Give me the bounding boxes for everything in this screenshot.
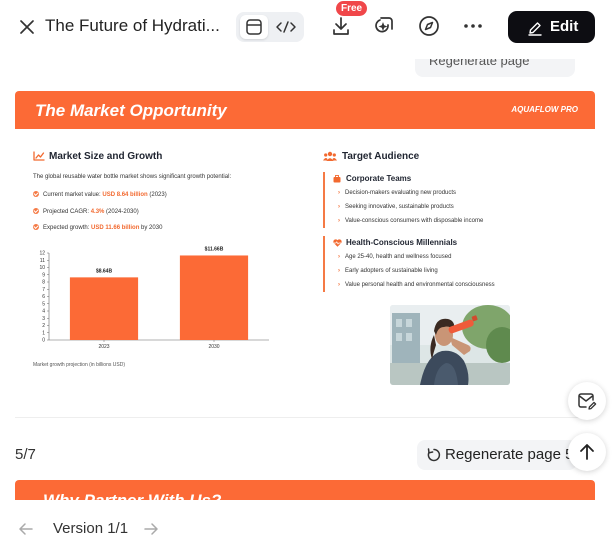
y-tick-label: 5 <box>42 301 45 307</box>
mail-edit-icon <box>578 393 597 410</box>
code-view-button[interactable] <box>272 15 300 39</box>
market-size-heading: Market Size and Growth <box>49 151 163 162</box>
download-button[interactable] <box>329 14 353 38</box>
next-slide-preview: Why Partner With Us? <box>15 480 595 502</box>
code-icon <box>276 21 296 33</box>
view-toggle <box>236 12 304 42</box>
top-bar: The Future of Hydrati... Free Edit <box>0 0 614 54</box>
free-badge: Free <box>336 1 368 16</box>
bar <box>69 277 139 340</box>
target-audience-heading: Target Audience <box>342 151 420 162</box>
page-indicator: 5/7 <box>15 446 36 463</box>
slide-divider <box>15 417 595 418</box>
y-tick-label: 6 <box>42 294 45 300</box>
users-icon <box>323 151 337 161</box>
pencil-icon <box>528 22 542 36</box>
version-bar: Version 1/1 <box>0 500 614 556</box>
document-title: The Future of Hydrati... <box>45 16 220 35</box>
briefcase-icon <box>333 175 341 183</box>
slide-title: The Market Opportunity <box>35 101 227 120</box>
y-tick-label: 1 <box>42 330 45 336</box>
audience-group: Health-Conscious Millennials Age 25-40, … <box>323 236 523 292</box>
y-tick-label: 4 <box>42 309 45 315</box>
ai-assistant-button[interactable] <box>372 14 396 38</box>
chart-caption: Market growth projection (in billions US… <box>33 362 125 368</box>
y-tick-label: 2 <box>42 323 45 329</box>
preview-icon <box>246 19 262 35</box>
audience-item: Age 25-40, health and wellness focused <box>338 254 451 260</box>
audience-group: Corporate Teams Decision-makers evaluati… <box>323 172 523 228</box>
previous-regenerate-label: Regenerate page <box>429 59 530 68</box>
audience-item: Value-conscious consumers with disposabl… <box>338 218 483 224</box>
arrow-left-icon[interactable] <box>17 520 35 538</box>
market-bullet: Expected growth: USD 11.66 billion by 20… <box>33 224 162 231</box>
feedback-button[interactable] <box>568 382 606 420</box>
market-description: The global reusable water bottle market … <box>33 174 232 180</box>
arrow-right-icon[interactable] <box>142 520 160 538</box>
market-bullet: Current market value: USD 8.64 billion (… <box>33 191 167 198</box>
check-circle-icon <box>33 208 39 214</box>
check-circle-icon <box>33 224 39 230</box>
refresh-icon <box>427 448 441 462</box>
chart-line-icon <box>33 151 45 161</box>
download-icon <box>333 17 349 35</box>
slide-page-5: The Market Opportunity AQUAFLOW PRO Mark… <box>15 91 595 391</box>
x-tick-label: 2030 <box>208 344 219 350</box>
y-tick-label: 12 <box>39 251 45 257</box>
x-tick-label: 2023 <box>98 344 109 350</box>
y-tick-label: 10 <box>39 265 45 271</box>
more-icon <box>464 24 482 28</box>
market-bullet: Projected CAGR: 4.3% (2024-2030) <box>33 208 139 215</box>
edit-button-label: Edit <box>550 18 579 35</box>
check-circle-icon <box>33 191 39 197</box>
regenerate-page-button[interactable]: Regenerate page 5 <box>417 440 577 470</box>
ai-sparkle-icon <box>375 17 393 33</box>
audience-item: Decision-makers evaluating new products <box>338 190 456 196</box>
scroll-to-top-button[interactable] <box>568 433 606 471</box>
more-options-button[interactable] <box>461 14 485 38</box>
previous-regenerate-button[interactable]: Regenerate page <box>415 59 575 77</box>
woman-drinking-photo <box>390 305 510 385</box>
y-tick-label: 0 <box>42 338 45 344</box>
regenerate-page-label: Regenerate page 5 <box>445 446 574 463</box>
preview-view-button[interactable] <box>240 15 268 39</box>
audience-group-title: Corporate Teams <box>346 174 412 183</box>
y-tick-label: 7 <box>42 287 45 293</box>
bar-data-label: $11.66B <box>205 246 224 252</box>
slide-header: The Market Opportunity AQUAFLOW PRO <box>15 91 595 129</box>
y-tick-label: 11 <box>40 258 45 264</box>
arrow-up-icon <box>580 444 594 460</box>
edit-button[interactable]: Edit <box>508 11 595 43</box>
audience-item: Value personal health and environmental … <box>338 282 495 288</box>
bar <box>179 255 249 340</box>
y-tick-label: 3 <box>42 316 45 322</box>
y-tick-label: 8 <box>42 280 45 286</box>
slide-brand: AQUAFLOW PRO <box>511 105 578 114</box>
audience-item: Early adopters of sustainable living <box>338 268 438 274</box>
bar-data-label: $8.64B <box>96 268 113 274</box>
heart-pulse-icon <box>333 239 342 247</box>
y-tick-label: 9 <box>42 272 45 278</box>
audience-item: Seeking innovative, sustainable products <box>338 204 454 210</box>
audience-group-title: Health-Conscious Millennials <box>346 238 458 247</box>
market-growth-chart: 0123456789101112$8.64B2023$11.66B2030 <box>39 246 269 350</box>
close-icon[interactable] <box>16 16 38 38</box>
explore-button[interactable] <box>417 14 441 38</box>
version-label: Version 1/1 <box>53 520 129 537</box>
compass-icon <box>419 16 439 36</box>
